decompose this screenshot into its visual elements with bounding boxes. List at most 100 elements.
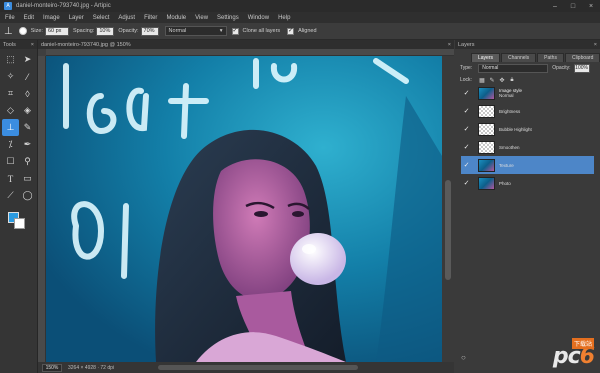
layer-sub: Normal [499,93,514,98]
text-tool-icon[interactable]: T [2,170,19,187]
menu-view[interactable]: View [195,15,208,21]
document-title: daniel-monteiro-793740.jpg @ 150% [41,41,131,48]
tab-channels[interactable]: Channels [501,53,537,62]
document-tab[interactable]: daniel-monteiro-793740.jpg @ 150% × [38,40,454,49]
visibility-check-icon[interactable]: ✓ [462,107,471,116]
clone-stamp-tool-icon[interactable]: ⊥ [2,119,19,136]
clone-all-checkbox[interactable]: ✓ [231,27,239,35]
background-color-swatch[interactable] [14,218,25,229]
bucket-tool-icon[interactable]: ◈ [19,102,36,119]
layer-row[interactable]: ✓ Image style Normal [461,84,594,102]
menu-module[interactable]: Module [166,15,186,21]
visibility-check-icon[interactable]: ✓ [462,143,471,152]
close-icon[interactable]: × [448,42,451,48]
zoom-tool-icon[interactable]: ⚲ [19,153,36,170]
rectangle-tool-icon[interactable]: ▭ [19,170,36,187]
layer-row-selected[interactable]: ✓ Texture [461,156,594,174]
layer-name: Brightness [499,108,521,114]
minimize-icon[interactable]: – [546,0,564,12]
close-icon[interactable]: × [582,0,600,12]
app-window: A daniel-monteiro-793740.jpg - Artipic –… [0,0,600,373]
line-tool-icon[interactable]: ⟋ [2,187,19,204]
new-layer-icon[interactable]: ○ [461,353,466,362]
menu-file[interactable]: File [5,15,15,21]
layer-row[interactable]: ✓ Bubble Highlight [461,120,594,138]
layers-panel-header: Layers × [455,40,600,49]
layer-thumbnail [478,158,495,172]
image-canvas[interactable] [46,56,442,362]
tab-layers[interactable]: Layers [471,53,501,62]
color-swatches[interactable] [6,210,36,232]
app-logo-icon: A [4,2,12,10]
eraser-tool-icon[interactable]: ◇ [2,102,19,119]
pencil-tool-icon[interactable]: ✎ [19,119,36,136]
crop-tool-icon[interactable]: ⌗ [2,85,19,102]
visibility-check-icon[interactable]: ✓ [462,125,471,134]
vertical-scroll-thumb[interactable] [445,180,451,280]
close-icon[interactable]: × [31,42,34,48]
layer-opacity-input[interactable]: 100% [573,63,590,73]
menu-select[interactable]: Select [93,15,110,21]
tool-options-bar: ⊥ Size: 60 px Spacing: 10% Opacity: 70% … [0,23,600,40]
spacing-label: Spacing: [72,28,95,34]
layer-thumbnail [478,176,495,190]
magic-wand-icon[interactable]: ✧ [2,68,19,85]
aligned-checkbox[interactable]: ✓ [287,27,295,35]
menu-window[interactable]: Window [248,15,269,21]
maximize-icon[interactable]: □ [564,0,582,12]
brush-preview-swatch[interactable] [18,27,27,35]
menu-settings[interactable]: Settings [217,15,239,21]
layer-thumbnail [478,104,495,118]
layer-thumbnail [478,86,495,100]
brush-tool-icon[interactable]: ⁄ [19,68,36,85]
menu-image[interactable]: Image [43,15,60,21]
layer-name: Photo [499,180,511,186]
menu-bar: File Edit Image Layer Select Adjust Filt… [0,12,600,23]
photo-illustration [46,56,442,362]
spacing-input[interactable]: 10% [96,26,115,36]
blend-mode-value: Normal [168,28,187,34]
layer-row[interactable]: ✓ Brightness [461,102,594,120]
clone-all-label: Clone all layers [242,28,281,34]
ellipse-tool-icon[interactable]: ◯ [19,187,36,204]
tab-clipboard[interactable]: Clipboard [564,53,600,62]
menu-adjust[interactable]: Adjust [118,15,135,21]
blend-mode-select[interactable]: Normal ▾ [164,26,227,36]
layer-blend-select[interactable]: Normal [478,63,549,73]
marquee-tool-icon[interactable]: ⬚ [2,51,19,68]
lock-all-icon[interactable]: 🔒︎ [507,77,517,84]
size-input[interactable]: 60 px [44,26,69,36]
lock-move-icon[interactable]: ✥ [497,77,507,84]
opacity-label: Opacity: [118,28,139,34]
lock-paint-icon[interactable]: ✎ [487,77,497,84]
clone-stamp-icon[interactable]: ⊥ [4,26,13,37]
layer-row[interactable]: ✓ Smoothen [461,138,594,156]
visibility-check-icon[interactable]: ✓ [462,179,471,188]
vertical-scrollbar[interactable] [442,56,454,362]
eyedropper-tool-icon[interactable]: ⁒ [2,136,19,153]
menu-filter[interactable]: Filter [144,15,157,21]
lock-label: Lock: [460,77,472,83]
opacity-input[interactable]: 70% [140,26,159,36]
visibility-check-icon[interactable]: ✓ [462,161,471,170]
tools-panel-header: Tools × [0,40,37,49]
drop-tool-icon[interactable]: ◊ [19,85,36,102]
tools-panel: Tools × ⬚ ➤ ✧ ⁄ ⌗ ◊ ◇ ◈ ⊥ ✎ ⁒ ✒ ☐ ⚲ T ▭ … [0,40,38,373]
chevron-down-icon: ▾ [219,28,223,34]
hand-tool-icon[interactable]: ☐ [2,153,19,170]
type-label: Type: [460,65,473,71]
menu-layer[interactable]: Layer [69,15,84,21]
menu-edit[interactable]: Edit [24,15,34,21]
status-bar: 150% 3264 × 4928 · 72 dpi [38,362,454,373]
vertical-ruler [38,56,46,362]
pen-tool-icon[interactable]: ✒ [19,136,36,153]
visibility-check-icon[interactable]: ✓ [462,89,471,98]
layer-row[interactable]: ✓ Photo [461,174,594,192]
close-icon[interactable]: × [594,42,597,48]
menu-help[interactable]: Help [278,15,290,21]
horizontal-scrollbar[interactable] [158,365,358,370]
tab-paths[interactable]: Paths [537,53,564,62]
lock-transparency-icon[interactable]: ▦ [477,77,487,84]
zoom-level-field[interactable]: 150% [42,363,62,372]
move-tool-icon[interactable]: ➤ [19,51,36,68]
